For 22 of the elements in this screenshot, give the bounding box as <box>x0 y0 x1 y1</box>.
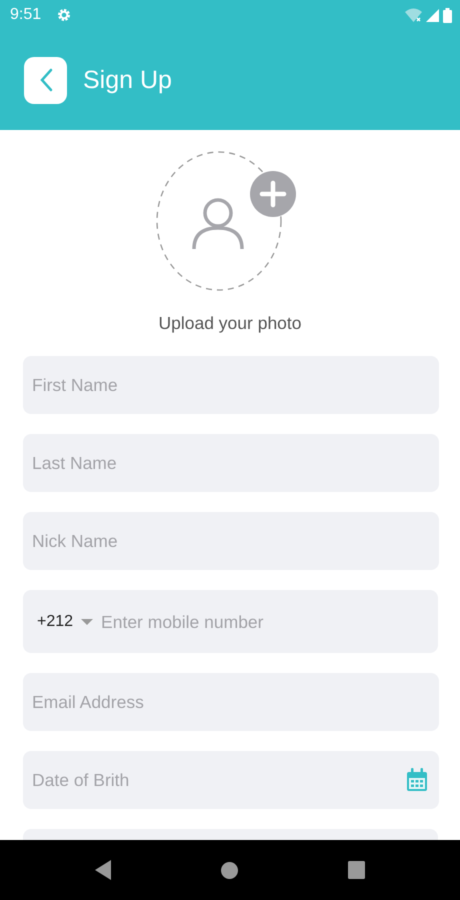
battery-icon <box>443 8 452 22</box>
upload-caption: Upload your photo <box>157 312 303 335</box>
home-nav-icon[interactable] <box>221 862 238 878</box>
back-button[interactable] <box>24 56 67 104</box>
status-time: 9:51 <box>10 5 42 25</box>
back-nav-icon[interactable] <box>95 860 111 880</box>
input-field[interactable]: Last Name <box>23 434 439 492</box>
add-icon[interactable] <box>250 171 296 217</box>
wifi-icon <box>405 8 422 22</box>
phone-input[interactable]: Enter mobile number <box>101 608 429 635</box>
phone-field[interactable]: +212 Enter mobile number <box>23 590 438 654</box>
input-field[interactable]: First Name <box>23 356 439 414</box>
settings-icon <box>57 8 72 22</box>
page-title: Sign Up <box>83 65 172 95</box>
country-code[interactable]: +212 <box>37 610 74 634</box>
calendar-icon[interactable] <box>406 768 428 792</box>
back-icon <box>38 68 52 92</box>
input-field[interactable]: Nick Name <box>23 512 439 570</box>
input-field[interactable]: Email Address <box>23 673 439 732</box>
signal-icon <box>426 8 439 22</box>
input-field[interactable]: Date of Brith <box>23 751 439 810</box>
caret-icon[interactable] <box>81 618 94 625</box>
